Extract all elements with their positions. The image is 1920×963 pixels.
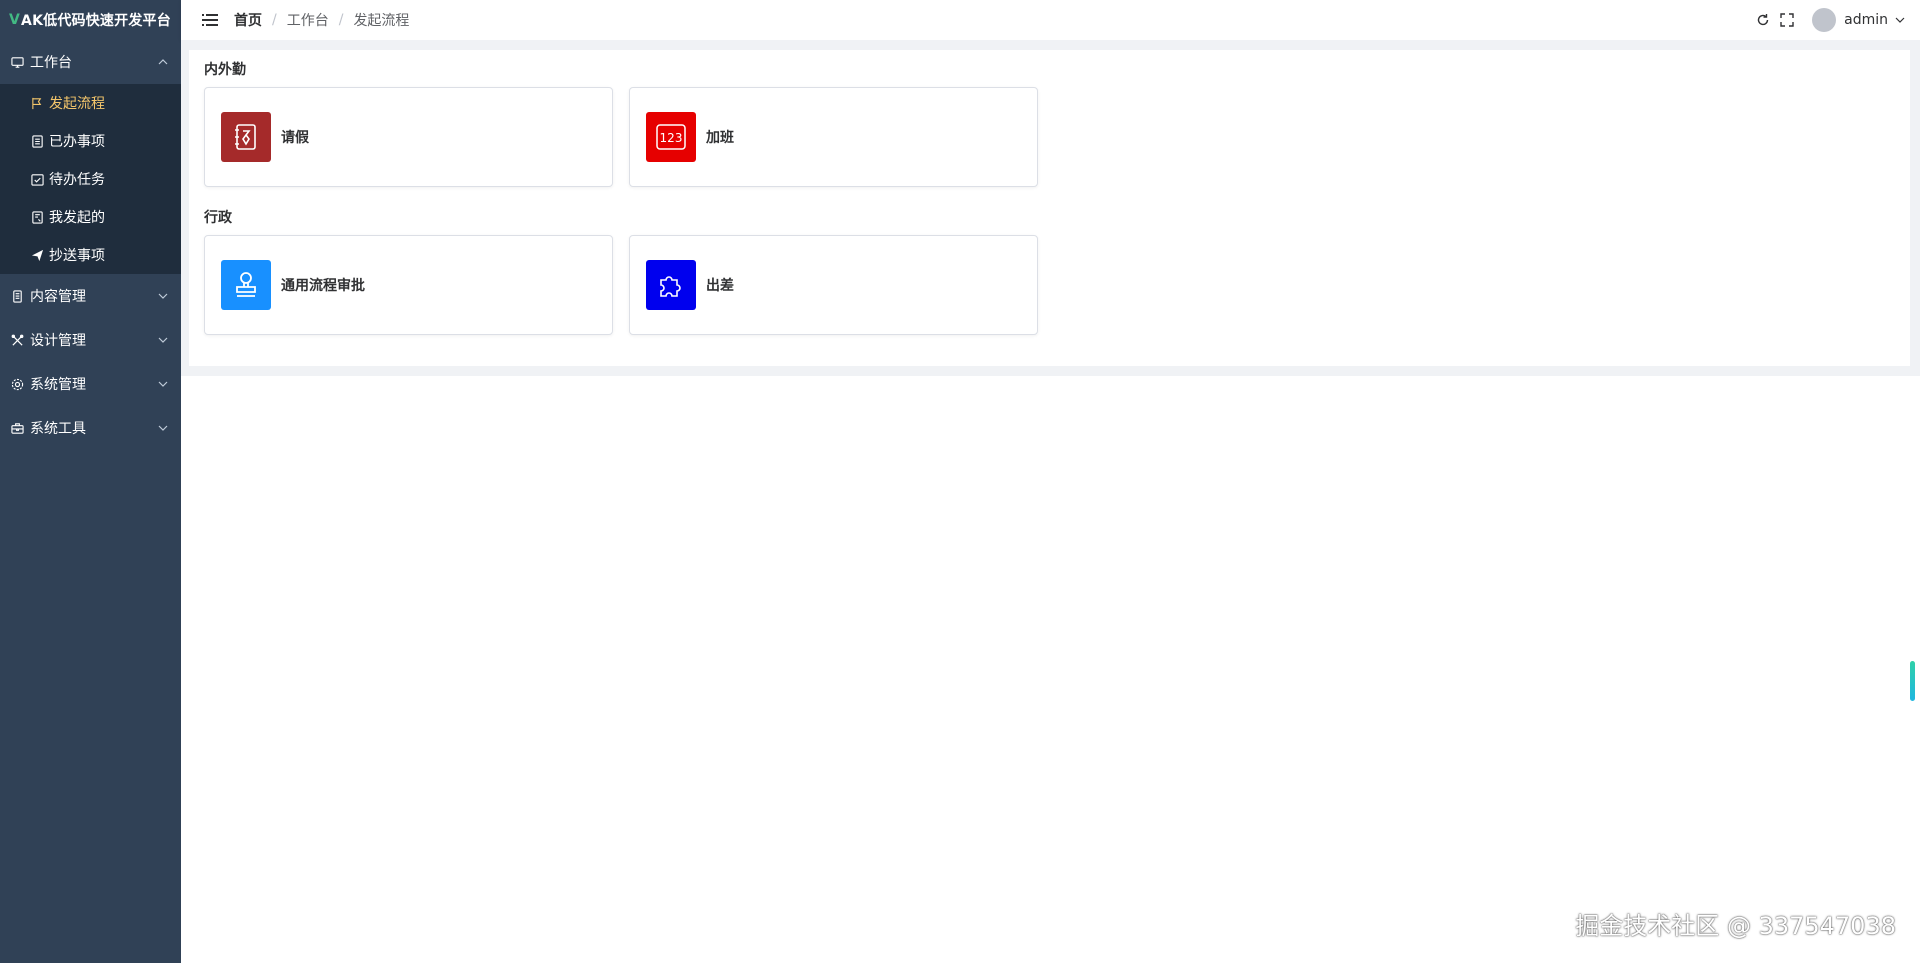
puzzle-icon [646,260,696,310]
svg-text:123: 123 [660,131,683,145]
process-card-name: 加班 [706,130,734,146]
chevron-down-icon [157,378,169,390]
breadcrumb-separator: / [338,12,344,28]
sidebar-group-label: 系统工具 [30,421,86,437]
section-title: 内外勤 [204,62,246,78]
sidebar-item-label: 已办事项 [49,134,105,150]
chevron-down-icon [157,334,169,346]
breadcrumb-home[interactable]: 首页 [234,10,262,30]
calendar-check-icon [30,172,44,186]
chevron-down-icon[interactable] [1894,14,1906,26]
sidebar-group-design[interactable]: 设计管理 [0,318,181,362]
app-logo[interactable]: V AK低代码快速开发平台 [0,0,181,40]
sidebar-item-start-process[interactable]: 发起流程 [0,84,181,122]
sidebar-item-label: 我发起的 [49,210,105,226]
sidebar-item-label: 发起流程 [49,96,105,112]
app-title: AK低代码快速开发平台 [21,13,171,29]
chevron-up-icon [157,56,169,68]
breadcrumb: 首页 / 工作台 / 发起流程 [234,10,409,30]
flag-icon [30,96,44,110]
hamburger-icon[interactable] [202,13,218,27]
process-panel: 内外勤 请假 123 加班 行政 通用流程审批 出差 [189,50,1910,366]
sidebar-item-cc[interactable]: 抄送事项 [0,236,181,274]
leave-icon [221,112,271,162]
top-navbar: 首页 / 工作台 / 发起流程 admin [181,0,1920,40]
username[interactable]: admin [1844,12,1888,28]
sidebar-group-workbench[interactable]: 工作台 [0,40,181,84]
notes-icon [30,210,44,224]
process-card-general-approval[interactable]: 通用流程审批 [204,235,613,335]
process-card-name: 出差 [706,278,734,294]
sidebar-item-my-started[interactable]: 我发起的 [0,198,181,236]
breadcrumb-current: 发起流程 [353,13,410,29]
process-card-leave[interactable]: 请假 [204,87,613,187]
sidebar-group-label: 设计管理 [30,333,86,349]
document-icon [30,134,44,148]
process-card-business-trip[interactable]: 出差 [629,235,1038,335]
watermark: 掘金技术社区 @ 337547038 [1575,912,1896,940]
process-card-overtime[interactable]: 123 加班 [629,87,1038,187]
send-icon [30,248,44,262]
sidebar-item-done[interactable]: 已办事项 [0,122,181,160]
sidebar-menu: 工作台 发起流程 已办事项 待办任务 我发起的 抄送事项 内容管理 设计管理 系… [0,40,181,450]
section-title: 行政 [204,210,232,226]
content-empty-area [181,376,1920,963]
gear-icon [10,377,24,391]
sidebar: V AK低代码快速开发平台 工作台 发起流程 已办事项 待办任务 我发起的 抄送… [0,0,181,963]
sidebar-group-label: 系统管理 [30,377,86,393]
process-card-name: 请假 [281,130,309,146]
number-123-icon: 123 [646,112,696,162]
refresh-icon[interactable] [1756,13,1770,27]
tools-icon [10,333,24,347]
stamp-icon [221,260,271,310]
sidebar-submenu-workbench: 发起流程 已办事项 待办任务 我发起的 抄送事项 [0,84,181,274]
sidebar-item-label: 待办任务 [49,172,105,188]
sidebar-group-label: 内容管理 [30,289,86,305]
main-content: 内外勤 请假 123 加班 行政 通用流程审批 出差 [181,40,1920,376]
sidebar-group-content[interactable]: 内容管理 [0,274,181,318]
process-card-name: 通用流程审批 [281,278,365,294]
chevron-down-icon [157,290,169,302]
breadcrumb-separator: / [272,12,277,28]
avatar[interactable] [1812,8,1837,32]
toolbox-icon [10,421,24,435]
files-icon [10,289,24,303]
chevron-down-icon [157,422,169,434]
sidebar-item-label: 抄送事项 [49,248,105,264]
breadcrumb-workbench[interactable]: 工作台 [287,10,329,30]
logo-mark: V [9,12,21,28]
sidebar-group-system[interactable]: 系统管理 [0,362,181,406]
fullscreen-icon[interactable] [1780,13,1794,27]
sidebar-group-tools[interactable]: 系统工具 [0,406,181,450]
header-actions: admin [1756,0,1906,40]
sidebar-item-todo[interactable]: 待办任务 [0,160,181,198]
sidebar-group-label: 工作台 [30,55,72,71]
monitor-icon [10,55,24,69]
scrollbar-thumb[interactable] [1910,661,1915,701]
